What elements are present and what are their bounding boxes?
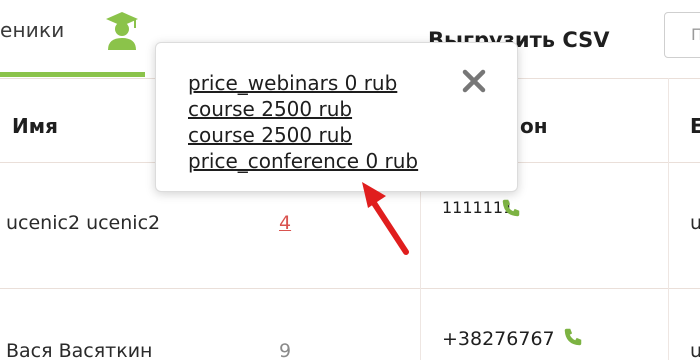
purchase-item-link[interactable]: course 2500 rub (188, 96, 418, 122)
column-divider (668, 78, 669, 360)
student-name: ucenic2 ucenic2 (6, 212, 161, 234)
active-tab-indicator (0, 72, 145, 77)
close-icon[interactable] (458, 65, 490, 97)
purchases-popover: price_webinars 0 rub course 2500 rub cou… (155, 42, 518, 192)
tab-students[interactable]: еники (0, 0, 145, 78)
phone-icon[interactable] (500, 197, 522, 219)
column-header-name[interactable]: Имя (12, 114, 58, 138)
purchases-count-link[interactable]: 4 (279, 212, 291, 234)
purchase-item-link[interactable]: price_webinars 0 rub (188, 70, 418, 96)
annotation-arrow-icon (362, 182, 409, 255)
purchases-count: 9 (279, 340, 292, 360)
column-header-extra[interactable]: Е (690, 114, 700, 138)
purchase-item-link[interactable]: price_conference 0 rub (188, 148, 418, 174)
search-input[interactable]: П (664, 12, 700, 58)
extra-cell: u (690, 340, 700, 360)
column-header-phone[interactable]: он (520, 114, 548, 138)
tab-students-label: еники (0, 18, 65, 42)
phone-number: +38276767 (442, 328, 555, 350)
row-divider (0, 288, 700, 289)
purchase-item-link[interactable]: course 2500 rub (188, 122, 418, 148)
phone-icon[interactable] (562, 326, 584, 348)
student-name: Вася Васяткин (6, 340, 153, 360)
search-placeholder: П (691, 25, 700, 44)
graduate-user-icon (106, 12, 138, 50)
purchases-list: price_webinars 0 rub course 2500 rub cou… (188, 70, 418, 174)
extra-cell: u (690, 212, 700, 234)
